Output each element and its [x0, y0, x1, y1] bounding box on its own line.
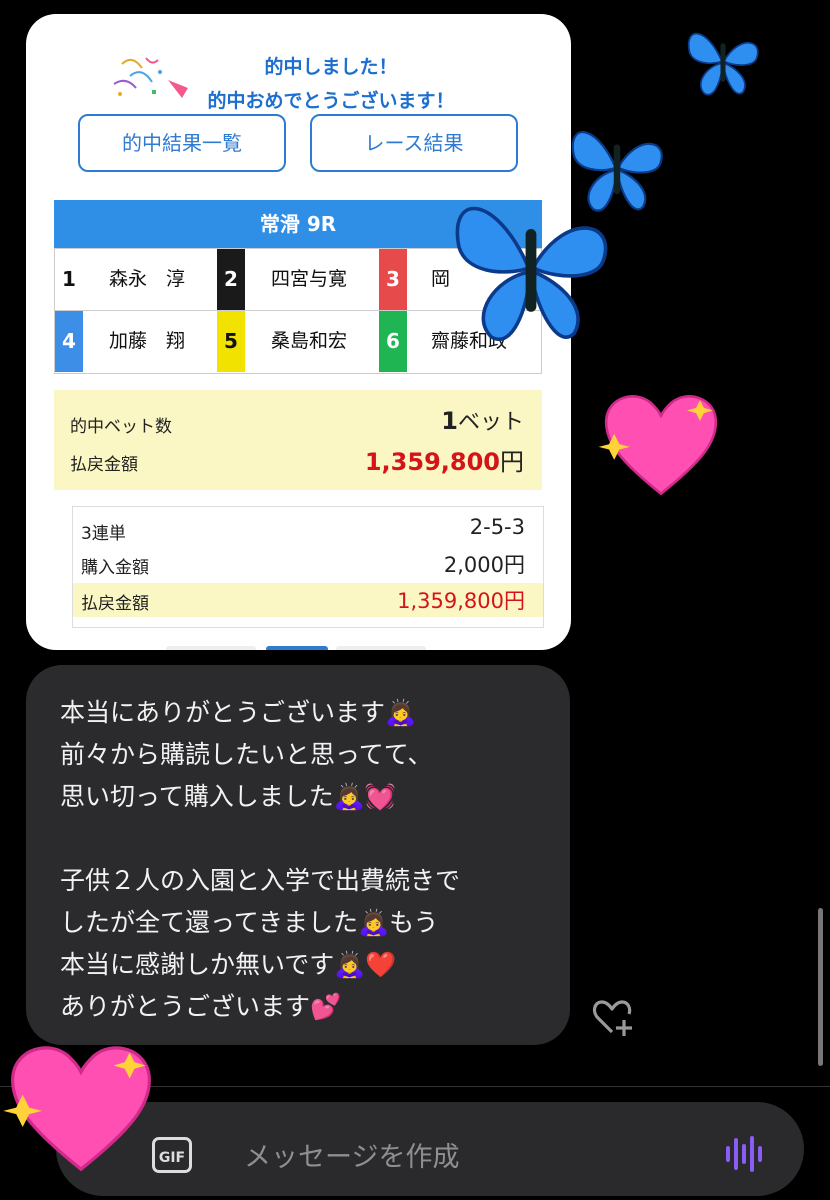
message-line: 子供２人の入園と入学で出費続きで	[60, 866, 461, 895]
butterfly-sticker-icon	[455, 206, 608, 341]
racer-number: 5	[217, 311, 245, 372]
sparkling-heart-sticker-icon	[598, 395, 718, 496]
win-congrats: 的中おめでとうございます！	[207, 90, 455, 112]
win-title: 的中しました！	[264, 56, 398, 78]
heart-plus-icon[interactable]	[592, 998, 636, 1038]
payout-label: 払戻金額	[70, 455, 138, 475]
message-line: 思い切って購入しました🙇‍♀️💓	[60, 782, 397, 811]
racer-name: 加藤 翔	[109, 330, 186, 352]
butterfly-sticker-icon	[687, 32, 759, 96]
racer-number: 3	[379, 249, 407, 310]
racer-number: 2	[217, 249, 245, 310]
results-list-button[interactable]: 的中結果一覧	[78, 114, 286, 172]
message-line: ありがとうございます💕	[60, 992, 342, 1021]
race-result-button[interactable]: レース結果	[310, 114, 518, 172]
payout-value: 1,359,800	[364, 448, 500, 476]
detail-payout-label: 払戻金額	[81, 594, 149, 614]
message-line: したが全て還ってきました🙇‍♀️もう	[60, 908, 439, 937]
bet-type-value: 2-5-3	[469, 515, 525, 539]
tab-indicator-active	[266, 646, 328, 650]
payout-unit: 円	[500, 448, 524, 476]
bet-count-value: 1	[441, 407, 458, 435]
voice-wave-icon[interactable]	[722, 1134, 766, 1174]
tab-indicator	[166, 646, 256, 650]
message-bubble[interactable]: 本当にありがとうございます🙇‍♀️ 前々から購読したいと思ってて、 思い切って購…	[26, 665, 570, 1045]
message-line: 本当にありがとうございます🙇‍♀️	[60, 698, 417, 727]
tab-indicator	[336, 646, 426, 650]
detail-payout-value: 1,359,800円	[397, 589, 525, 613]
message-line: 前々から購読したいと思ってて、	[60, 740, 433, 769]
bet-count-label: 的中ベット数	[70, 417, 172, 437]
bet-type-label: 3連単	[81, 524, 126, 544]
message-input-placeholder[interactable]: メッセージを作成	[244, 1135, 459, 1174]
message-line: 本当に感謝しか無いです🙇‍♀️❤️	[60, 950, 397, 979]
sparkling-heart-sticker-icon	[3, 1046, 151, 1172]
bet-count-unit: ベット	[457, 410, 524, 435]
racer-number: 4	[55, 311, 83, 372]
purchase-value: 2,000円	[443, 553, 525, 577]
scrollbar[interactable]	[818, 908, 823, 1066]
bet-detail: 3連単 2-5-3 購入金額 2,000円 払戻金額 1,359,800円	[72, 506, 544, 628]
racer-name: 桑島和宏	[271, 330, 348, 352]
racer-number: 6	[379, 311, 407, 372]
racer-number: 1	[55, 249, 83, 310]
racer-name: 森永 淳	[109, 268, 186, 290]
purchase-label: 購入金額	[81, 558, 149, 578]
racer-name: 四宮与寛	[271, 268, 348, 290]
win-summary: 的中ベット数 1ベット 払戻金額 1,359,800円	[54, 390, 542, 490]
